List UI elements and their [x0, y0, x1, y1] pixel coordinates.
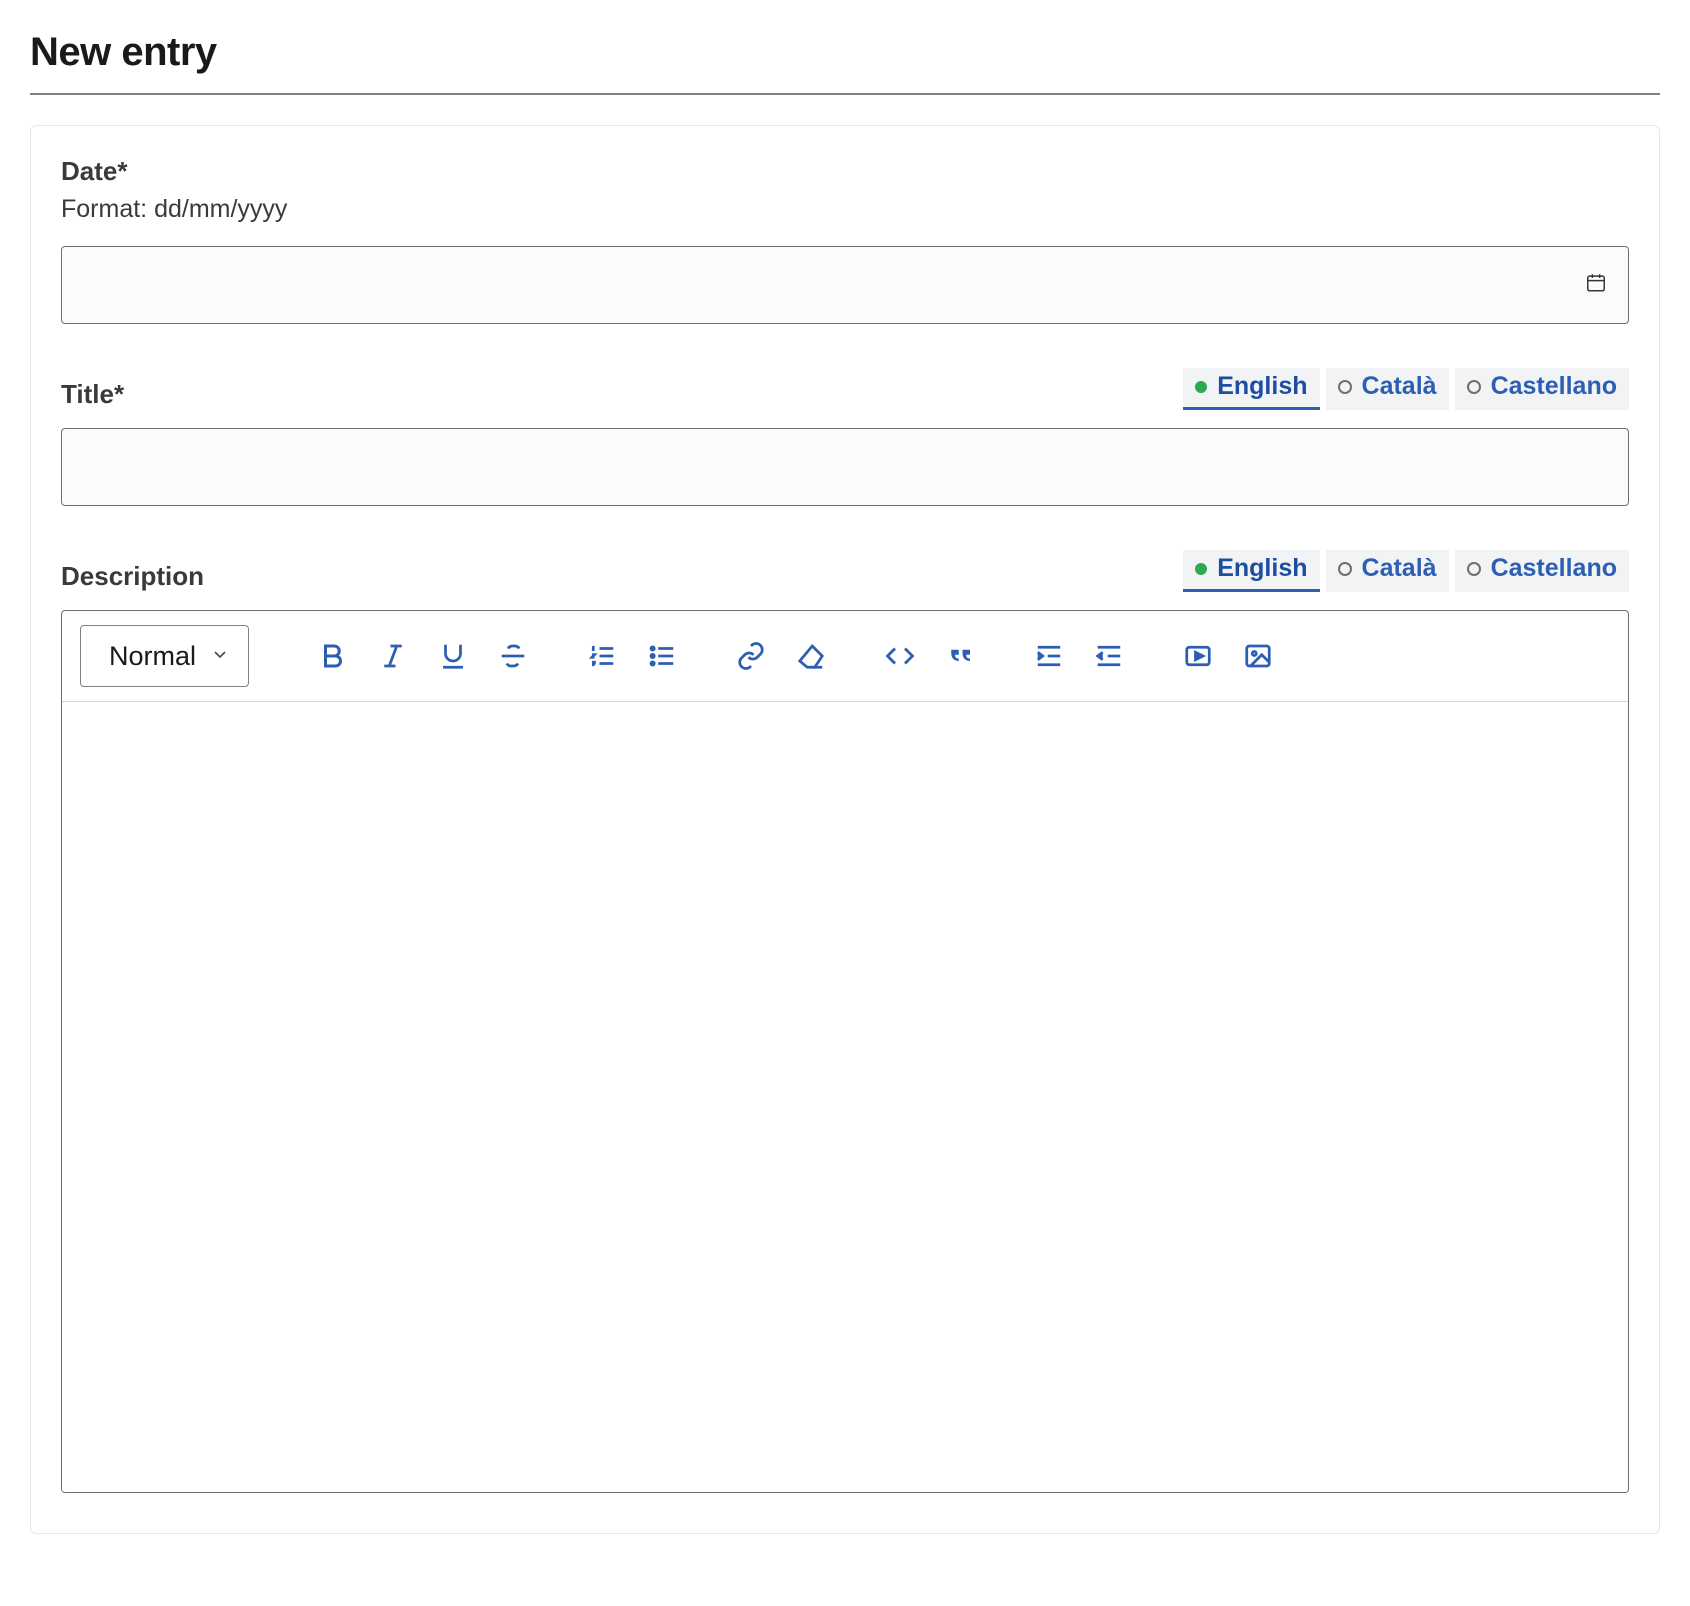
status-dot-empty-icon [1338, 380, 1352, 394]
format-select[interactable]: Normal [80, 625, 249, 687]
toolbar-group-indent [1005, 638, 1153, 674]
description-label: Description [61, 561, 204, 592]
lang-tab-castellano[interactable]: Castellano [1455, 368, 1629, 410]
date-hint: Format: dd/mm/yyyy [61, 195, 1629, 224]
lang-tab-label: Castellano [1491, 372, 1617, 401]
form-card: Date* Format: dd/mm/yyyy Title* English [30, 125, 1660, 1534]
page-title: New entry [30, 30, 1660, 75]
bullet-list-button[interactable] [644, 638, 680, 674]
description-language-tabs: English Català Castellano [1183, 550, 1629, 592]
page: New entry Date* Format: dd/mm/yyyy Title… [0, 0, 1690, 1564]
title-row-head: Title* English Català Castellano [61, 368, 1629, 410]
chevron-down-icon [210, 641, 230, 672]
toolbar-group-lists [558, 638, 706, 674]
description-editor-body[interactable] [62, 702, 1628, 1492]
clear-format-button[interactable] [793, 638, 829, 674]
status-dot-filled-icon [1195, 381, 1207, 393]
divider [30, 93, 1660, 95]
format-select-value: Normal [109, 641, 196, 672]
video-button[interactable] [1180, 638, 1216, 674]
underline-button[interactable] [435, 638, 471, 674]
lang-tab-label: English [1217, 372, 1307, 401]
lang-tab-english[interactable]: English [1183, 368, 1319, 410]
rich-text-editor: Normal [61, 610, 1629, 1493]
title-input[interactable] [61, 428, 1629, 506]
lang-tab-label: English [1217, 554, 1307, 583]
link-button[interactable] [733, 638, 769, 674]
date-input[interactable] [61, 246, 1629, 324]
image-button[interactable] [1240, 638, 1276, 674]
status-dot-empty-icon [1467, 380, 1481, 394]
indent-button[interactable] [1031, 638, 1067, 674]
italic-button[interactable] [375, 638, 411, 674]
lang-tab-castellano[interactable]: Castellano [1455, 550, 1629, 592]
lang-tab-label: Català [1362, 372, 1437, 401]
lang-tab-label: Castellano [1491, 554, 1617, 583]
title-label: Title* [61, 379, 124, 410]
code-button[interactable] [882, 638, 918, 674]
toolbar-group-text [289, 638, 557, 674]
title-input-wrap [61, 428, 1629, 506]
toolbar-group-code [856, 638, 1004, 674]
lang-tab-catala[interactable]: Català [1326, 368, 1449, 410]
toolbar-group-linkclear [707, 638, 855, 674]
toolbar-group-media [1154, 638, 1302, 674]
bold-button[interactable] [315, 638, 351, 674]
ordered-list-button[interactable] [584, 638, 620, 674]
lang-tab-catala[interactable]: Català [1326, 550, 1449, 592]
lang-tab-label: Català [1362, 554, 1437, 583]
date-input-wrap [61, 246, 1629, 324]
strikethrough-button[interactable] [495, 638, 531, 674]
lang-tab-english[interactable]: English [1183, 550, 1319, 592]
date-label: Date* [61, 156, 1629, 187]
status-dot-empty-icon [1338, 562, 1352, 576]
blockquote-button[interactable] [942, 638, 978, 674]
description-row-head: Description English Català Castellano [61, 550, 1629, 592]
status-dot-empty-icon [1467, 562, 1481, 576]
editor-toolbar: Normal [62, 611, 1628, 702]
outdent-button[interactable] [1091, 638, 1127, 674]
status-dot-filled-icon [1195, 563, 1207, 575]
title-language-tabs: English Català Castellano [1183, 368, 1629, 410]
